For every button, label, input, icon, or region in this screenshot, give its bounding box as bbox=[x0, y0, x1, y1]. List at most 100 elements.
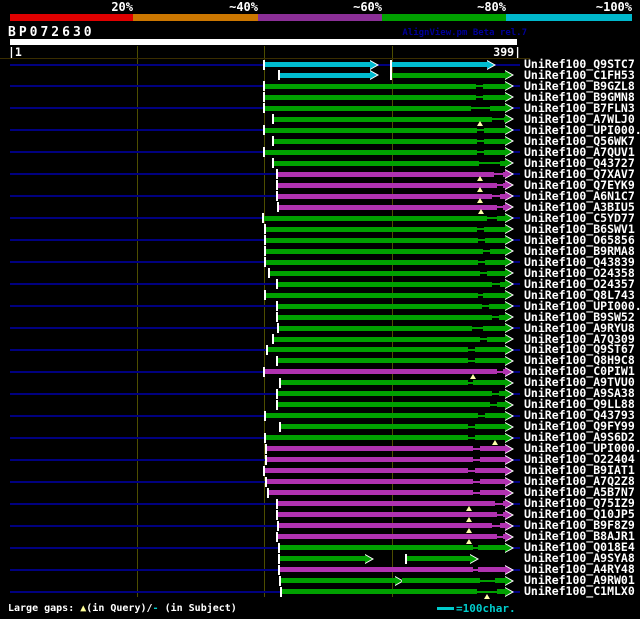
segment-start-tick bbox=[267, 487, 269, 498]
alignment-bar[interactable] bbox=[265, 62, 370, 67]
alignment-bar[interactable] bbox=[278, 303, 482, 309]
alignment-bar[interactable] bbox=[495, 578, 505, 584]
alignment-bar[interactable] bbox=[265, 94, 476, 100]
alignview-overview: 20% ~40% ~60% ~80% ~100% BP072630 AlignView.… bbox=[0, 0, 640, 619]
alignment-bar[interactable] bbox=[267, 446, 473, 452]
alignment-bar[interactable] bbox=[279, 523, 492, 529]
alignment-bar[interactable] bbox=[265, 468, 468, 474]
alignment-bar[interactable] bbox=[278, 402, 490, 408]
alignment-bar[interactable] bbox=[278, 501, 495, 507]
alignment-bar[interactable] bbox=[266, 413, 478, 419]
segment-start-tick bbox=[279, 377, 281, 388]
alignment-bar[interactable] bbox=[264, 215, 487, 221]
arrowhead-fill bbox=[470, 554, 477, 563]
alignment-bar[interactable] bbox=[392, 72, 505, 78]
alignment-bar[interactable] bbox=[392, 62, 487, 67]
alignment-bar[interactable] bbox=[484, 127, 505, 133]
alignment-bar[interactable] bbox=[484, 138, 505, 144]
alignment-bar[interactable] bbox=[280, 545, 473, 551]
alignment-bar[interactable] bbox=[266, 248, 483, 254]
alignment-bar[interactable] bbox=[279, 204, 497, 210]
alignment-bar[interactable] bbox=[485, 413, 505, 419]
alignment-bar[interactable] bbox=[475, 468, 505, 474]
alignment-bar[interactable] bbox=[475, 424, 505, 430]
alignment-bar[interactable] bbox=[407, 556, 470, 562]
alignment-bar[interactable] bbox=[279, 325, 472, 331]
alignment-bar[interactable] bbox=[278, 193, 492, 199]
alignment-bar[interactable] bbox=[480, 446, 505, 452]
alignment-bar[interactable] bbox=[497, 215, 505, 221]
segment-start-tick bbox=[263, 92, 265, 103]
alignment-bar[interactable] bbox=[281, 424, 468, 430]
alignment-bar[interactable] bbox=[266, 226, 477, 232]
alignment-bar[interactable] bbox=[487, 270, 505, 276]
alignment-bar[interactable] bbox=[265, 149, 477, 155]
alignment-bar[interactable] bbox=[265, 83, 476, 89]
alignment-bar[interactable] bbox=[473, 380, 505, 386]
alignment-bar[interactable] bbox=[478, 545, 505, 551]
alignment-bar[interactable] bbox=[265, 105, 471, 111]
alignment-bar[interactable] bbox=[280, 556, 365, 562]
alignment-bar[interactable] bbox=[266, 259, 478, 265]
alignment-bar[interactable] bbox=[274, 116, 492, 122]
alignment-bar[interactable] bbox=[268, 347, 468, 353]
alignment-bar[interactable] bbox=[280, 72, 370, 78]
alignment-bar[interactable] bbox=[489, 303, 505, 309]
alignment-bar[interactable] bbox=[497, 589, 505, 595]
identity-scale-label: ~80% bbox=[477, 0, 506, 14]
alignment-bar[interactable] bbox=[485, 259, 505, 265]
alignment-bar[interactable] bbox=[280, 567, 473, 573]
alignment-bar[interactable] bbox=[278, 314, 492, 320]
alignment-bar[interactable] bbox=[490, 105, 505, 111]
alignment-bar[interactable] bbox=[475, 358, 505, 364]
alignment-bar[interactable] bbox=[480, 490, 505, 496]
alignment-bar[interactable] bbox=[281, 578, 395, 584]
alignment-bar[interactable] bbox=[480, 457, 505, 463]
alignment-bar[interactable] bbox=[274, 138, 477, 144]
alignment-bar[interactable] bbox=[490, 248, 505, 254]
alignment-bar[interactable] bbox=[266, 237, 478, 243]
alignment-bar[interactable] bbox=[274, 160, 479, 166]
alignment-bar[interactable] bbox=[267, 457, 473, 463]
alignment-bar[interactable] bbox=[281, 380, 468, 386]
alignment-thin-gap bbox=[487, 217, 497, 220]
arrowhead-fill bbox=[505, 137, 512, 146]
alignment-bar[interactable] bbox=[483, 325, 505, 331]
alignment-bar[interactable] bbox=[274, 336, 480, 342]
alignment-bar[interactable] bbox=[266, 435, 468, 441]
alignment-bar[interactable] bbox=[278, 512, 497, 518]
alignment-bar[interactable] bbox=[278, 281, 492, 287]
alignment-bar[interactable] bbox=[487, 336, 505, 342]
query-gap-marker-icon bbox=[478, 209, 484, 215]
alignment-bar[interactable] bbox=[478, 567, 505, 573]
alignment-bar[interactable] bbox=[484, 226, 505, 232]
alignment-bar[interactable] bbox=[278, 171, 494, 177]
arrowhead-fill bbox=[505, 269, 512, 278]
alignment-bar[interactable] bbox=[475, 435, 505, 441]
alignment-bar[interactable] bbox=[402, 578, 480, 584]
hit-label[interactable]: UniRef100_C1MLX0 bbox=[524, 585, 635, 597]
segment-start-tick bbox=[264, 246, 266, 257]
alignment-bar[interactable] bbox=[497, 402, 505, 408]
alignment-bar[interactable] bbox=[265, 369, 497, 375]
identity-scale-label: 20% bbox=[111, 0, 133, 14]
alignment-thin-gap bbox=[468, 469, 475, 472]
alignment-bar[interactable] bbox=[270, 270, 480, 276]
alignment-bar[interactable] bbox=[278, 358, 468, 364]
alignment-bar[interactable] bbox=[267, 479, 473, 485]
alignment-bar[interactable] bbox=[483, 83, 505, 89]
alignment-bar[interactable] bbox=[282, 589, 477, 595]
alignment-bar[interactable] bbox=[480, 479, 505, 485]
alignment-bar[interactable] bbox=[278, 182, 497, 188]
alignment-bar[interactable] bbox=[484, 149, 505, 155]
alignment-bar[interactable] bbox=[265, 127, 477, 133]
alignment-bar[interactable] bbox=[278, 534, 497, 540]
alignment-bar[interactable] bbox=[266, 292, 478, 298]
alignment-bar[interactable] bbox=[278, 391, 492, 397]
alignment-bar[interactable] bbox=[485, 237, 505, 243]
alignment-bar[interactable] bbox=[269, 490, 473, 496]
query-gap-marker-icon bbox=[492, 439, 498, 445]
alignment-bar[interactable] bbox=[483, 292, 505, 298]
alignment-bar[interactable] bbox=[475, 347, 505, 353]
alignment-bar[interactable] bbox=[483, 94, 505, 100]
